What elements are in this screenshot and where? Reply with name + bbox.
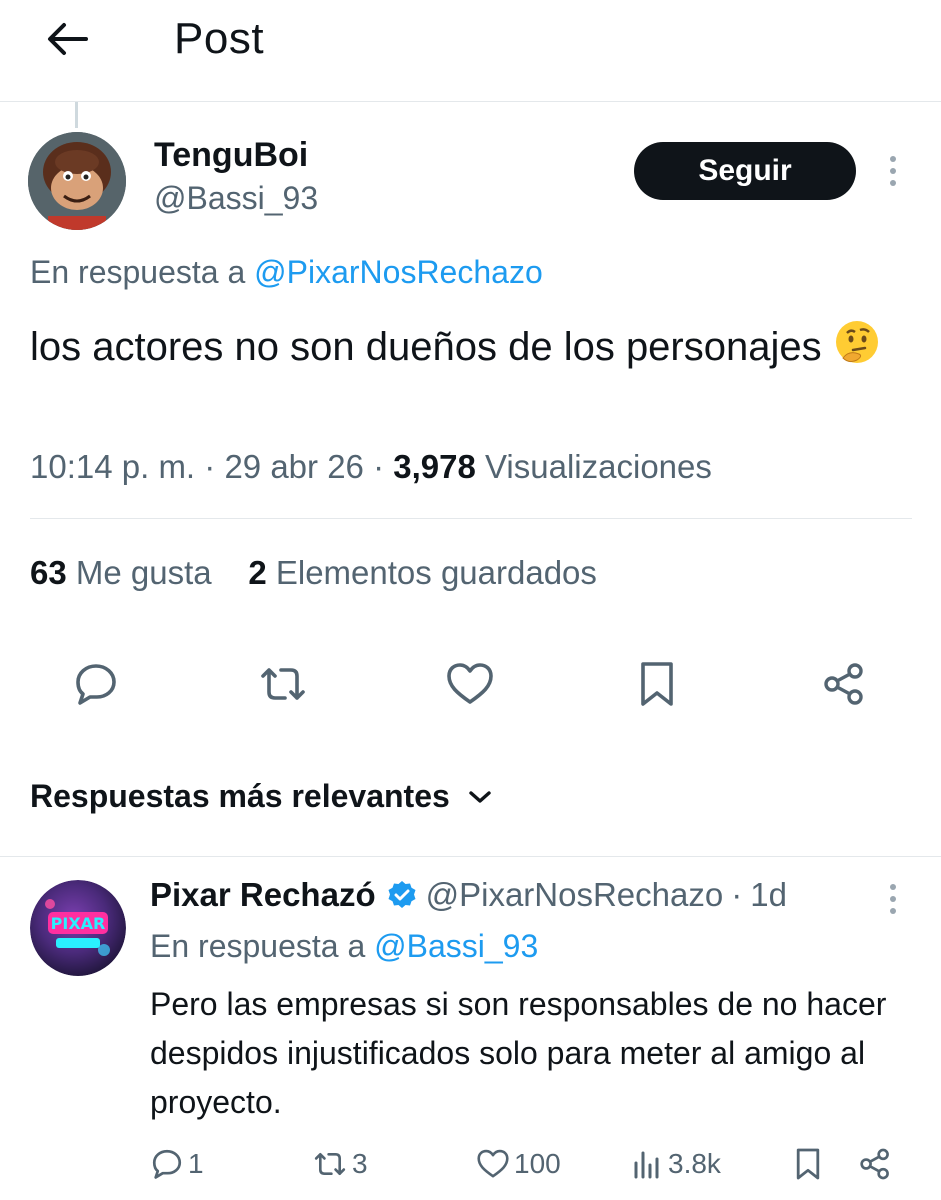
- avatar[interactable]: [28, 132, 126, 230]
- thread-connector-line: [75, 102, 78, 128]
- tweet-time[interactable]: 10:14 p. m.: [30, 448, 195, 485]
- reply-context: En respuesta a @PixarNosRechazo: [30, 254, 543, 290]
- views-label: Visualizaciones: [485, 448, 712, 485]
- svg-text:PIXAR: PIXAR: [51, 914, 106, 933]
- views-count: 3,978: [393, 448, 476, 485]
- share-icon: [824, 663, 863, 705]
- arrow-left-icon: [48, 23, 88, 55]
- likes-stat[interactable]: 63 Me gusta: [30, 554, 212, 591]
- verified-badge-icon: [386, 879, 418, 911]
- author-display-name[interactable]: TenguBoi: [154, 136, 308, 175]
- share-button[interactable]: [818, 658, 870, 710]
- reply-text: Pero las empresas si son responsables de…: [150, 986, 887, 1120]
- divider: [0, 856, 941, 857]
- reply-mention-link[interactable]: @Bassi_93: [374, 928, 538, 964]
- tweet-metadata: 10:14 p. m. · 29 abr 26 · 3,978 Visualiz…: [30, 448, 712, 485]
- analytics-icon: [634, 1151, 659, 1179]
- comment-icon: [76, 664, 116, 705]
- reply-author-name[interactable]: Pixar Rechazó: [150, 876, 376, 914]
- tweet-date[interactable]: 29 abr 26: [224, 448, 363, 485]
- reply-author-handle[interactable]: @PixarNosRechazo: [426, 876, 724, 914]
- reply-views-button[interactable]: 3.8k: [632, 1142, 721, 1186]
- page-title: Post: [174, 14, 265, 63]
- reply-share-button[interactable]: [858, 1142, 892, 1186]
- more-options-icon[interactable]: [883, 884, 903, 914]
- retweet-button[interactable]: [257, 658, 309, 710]
- reply-button[interactable]: [70, 658, 122, 710]
- avatar[interactable]: PIXAR: [30, 880, 126, 976]
- bookmark-button[interactable]: [631, 658, 683, 710]
- tweet-action-bar: [0, 658, 941, 710]
- engagement-stats: 63 Me gusta 2 Elementos guardados: [30, 554, 597, 592]
- bookmark-icon: [796, 1148, 820, 1180]
- chevron-down-icon: [469, 790, 491, 803]
- reply-age[interactable]: 1d: [750, 876, 787, 914]
- share-icon: [860, 1148, 889, 1180]
- author-handle[interactable]: @Bassi_93: [154, 180, 318, 217]
- replies-sort-dropdown[interactable]: Respuestas más relevantes: [30, 778, 492, 815]
- heart-icon: [477, 1149, 509, 1178]
- gorilla-avatar-image: [28, 132, 126, 230]
- top-bar: Post: [0, 0, 941, 102]
- reply-comment-count: 1: [188, 1148, 204, 1179]
- reply-action-bar: 1 3 100 3.8k: [0, 1142, 941, 1186]
- reply-bookmark-button[interactable]: [794, 1142, 822, 1186]
- reply-comment-button[interactable]: 1: [150, 1142, 204, 1186]
- bookmark-icon: [641, 662, 673, 706]
- reply-like-count: 100: [514, 1148, 561, 1179]
- reply-retweet-count: 3: [352, 1148, 368, 1179]
- reply-context: En respuesta a @Bassi_93: [150, 928, 539, 964]
- more-options-icon[interactable]: [883, 156, 903, 186]
- comment-icon: [152, 1149, 182, 1179]
- tweet-text: los actores no son dueños de los persona…: [30, 318, 910, 382]
- reply-mention-link[interactable]: @PixarNosRechazo: [254, 254, 543, 290]
- back-button[interactable]: [44, 16, 90, 62]
- reply-retweet-button[interactable]: 3: [312, 1142, 368, 1186]
- retweet-icon: [261, 668, 305, 700]
- divider: [30, 518, 912, 519]
- retweet-icon: [314, 1152, 346, 1176]
- thinking-face-icon: [833, 318, 881, 382]
- reply-views-count: 3.8k: [668, 1148, 721, 1179]
- pixar-rechazo-avatar-image: PIXAR: [30, 880, 126, 976]
- heart-icon: [447, 663, 493, 704]
- like-button[interactable]: [444, 658, 496, 710]
- reply-header: Pixar Rechazó @PixarNosRechazo · 1d: [150, 876, 787, 914]
- bookmarks-stat[interactable]: 2 Elementos guardados: [248, 554, 597, 591]
- reply-like-button[interactable]: 100: [476, 1142, 561, 1186]
- follow-button[interactable]: Seguir: [634, 142, 856, 200]
